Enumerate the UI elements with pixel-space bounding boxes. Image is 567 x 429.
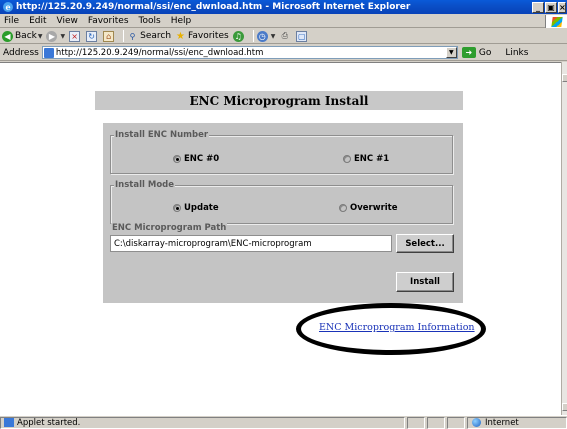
radio-dot-selected: [173, 155, 181, 163]
radio-enc-0[interactable]: ENC #0: [173, 154, 219, 164]
radio-dot: [343, 155, 351, 163]
address-input[interactable]: http://125.20.9.249/normal/ssi/enc_dwnlo…: [41, 46, 458, 59]
page-content: ENC Microprogram Install Install ENC Num…: [0, 62, 561, 415]
home-icon: ⌂: [103, 30, 115, 42]
back-label: Back: [15, 31, 37, 41]
search-icon: ⚲: [129, 31, 136, 41]
toolbar-separator: [252, 30, 254, 42]
stop-button[interactable]: ×: [69, 30, 82, 42]
status-cell: [407, 416, 425, 429]
search-button[interactable]: ⚲ Search: [127, 31, 171, 42]
go-arrow-icon: ➜: [461, 47, 476, 58]
path-input[interactable]: C:\diskarray-microprogram\ENC-microprogr…: [110, 235, 392, 252]
microprogram-info-link[interactable]: ENC Microprogram Information: [319, 322, 475, 333]
favorites-star-icon: ★: [176, 30, 186, 42]
address-dropdown-icon[interactable]: ▼: [445, 47, 457, 58]
status-cell: [447, 416, 465, 429]
forward-dropdown-icon: ▼: [60, 32, 66, 40]
back-arrow-icon: ◀: [2, 30, 13, 42]
refresh-icon: ↻: [86, 30, 98, 42]
edit-page-button[interactable]: ▢: [296, 30, 309, 42]
refresh-button[interactable]: ↻: [86, 30, 99, 42]
scroll-up-icon[interactable]: [562, 74, 567, 82]
back-button[interactable]: ◀ Back ▼: [2, 30, 43, 42]
path-legend: ENC Microprogram Path: [111, 223, 228, 233]
radio-update[interactable]: Update: [173, 203, 219, 213]
page-icon: [43, 47, 54, 58]
radio-overwrite[interactable]: Overwrite: [339, 203, 398, 213]
status-bar: Applet started. Internet: [0, 415, 567, 429]
window-title: http://125.20.9.249/normal/ssi/enc_dwnlo…: [16, 2, 411, 12]
radio-update-label: Update: [184, 203, 219, 213]
close-button[interactable]: ×: [558, 1, 566, 13]
menu-tools[interactable]: Tools: [134, 16, 166, 26]
toolbar: ◀ Back ▼ ▶ ▼ × ↻ ⌂ ⚲ Search ★ Favorites …: [0, 29, 567, 44]
install-mode-legend: Install Mode: [114, 180, 176, 190]
forward-arrow-icon: ▶: [46, 30, 58, 42]
windows-logo-icon: [545, 15, 567, 28]
history-button[interactable]: ◷ ▼: [256, 30, 276, 42]
links-button[interactable]: Links: [505, 48, 528, 58]
minimize-button[interactable]: _: [532, 1, 544, 13]
menu-file[interactable]: File: [0, 16, 24, 26]
status-text: Applet started.: [17, 417, 81, 428]
install-number-legend: Install ENC Number: [114, 130, 210, 140]
favorites-label: Favorites: [188, 31, 229, 41]
select-button-label: Select...: [405, 238, 445, 249]
install-mode-group: Install Mode: [110, 180, 453, 224]
address-url: http://125.20.9.249/normal/ssi/enc_dwnlo…: [55, 47, 264, 58]
edit-page-icon: ▢: [296, 30, 308, 42]
scroll-down-icon[interactable]: [562, 403, 567, 411]
forward-button[interactable]: ▶ ▼: [46, 30, 66, 42]
maximize-button[interactable]: ▣: [545, 1, 557, 13]
title-bar: e http://125.20.9.249/normal/ssi/enc_dwn…: [0, 0, 567, 14]
menu-edit[interactable]: Edit: [24, 16, 51, 26]
globe-icon: [472, 418, 481, 427]
media-icon: ♫: [232, 30, 244, 42]
menu-bar: File Edit View Favorites Tools Help: [0, 14, 567, 28]
home-button[interactable]: ⌂: [103, 30, 116, 42]
status-message-area: Applet started.: [0, 416, 405, 429]
radio-overwrite-label: Overwrite: [350, 203, 398, 213]
media-button[interactable]: ♫: [232, 30, 246, 42]
page-status-icon: [4, 418, 14, 427]
radio-enc-1[interactable]: ENC #1: [343, 154, 389, 164]
page-title: ENC Microprogram Install: [95, 91, 463, 110]
zone-label: Internet: [485, 417, 519, 428]
select-button[interactable]: Select...: [396, 234, 454, 253]
history-icon: ◷: [256, 30, 268, 42]
status-cell: [427, 416, 445, 429]
go-button[interactable]: ➜ Go: [461, 47, 492, 58]
security-zone: Internet: [467, 416, 567, 429]
print-button[interactable]: ⎙: [279, 31, 292, 42]
install-number-group: Install ENC Number: [110, 130, 453, 174]
radio-enc-1-label: ENC #1: [354, 154, 390, 164]
install-button[interactable]: Install: [396, 272, 454, 292]
ie-icon: e: [3, 2, 13, 12]
radio-dot-selected: [173, 204, 181, 212]
address-label: Address: [3, 47, 39, 58]
menu-favorites[interactable]: Favorites: [83, 16, 134, 26]
menu-view[interactable]: View: [52, 16, 83, 26]
vertical-scrollbar[interactable]: [561, 62, 567, 415]
history-dropdown-icon: ▼: [270, 32, 276, 40]
install-panel: Install ENC Number ENC #0 ENC #1 Install…: [103, 123, 463, 303]
stop-icon: ×: [69, 30, 81, 42]
print-icon: ⎙: [281, 31, 289, 40]
radio-dot: [339, 204, 347, 212]
toolbar-separator: [123, 30, 125, 42]
favorites-button[interactable]: ★ Favorites: [175, 31, 229, 42]
install-button-label: Install: [410, 277, 440, 287]
go-label: Go: [478, 47, 492, 58]
address-bar: Address http://125.20.9.249/normal/ssi/e…: [0, 45, 567, 61]
menu-help[interactable]: Help: [166, 16, 197, 26]
search-label: Search: [140, 31, 172, 41]
radio-enc-0-label: ENC #0: [184, 154, 220, 164]
back-dropdown-icon: ▼: [37, 32, 43, 40]
